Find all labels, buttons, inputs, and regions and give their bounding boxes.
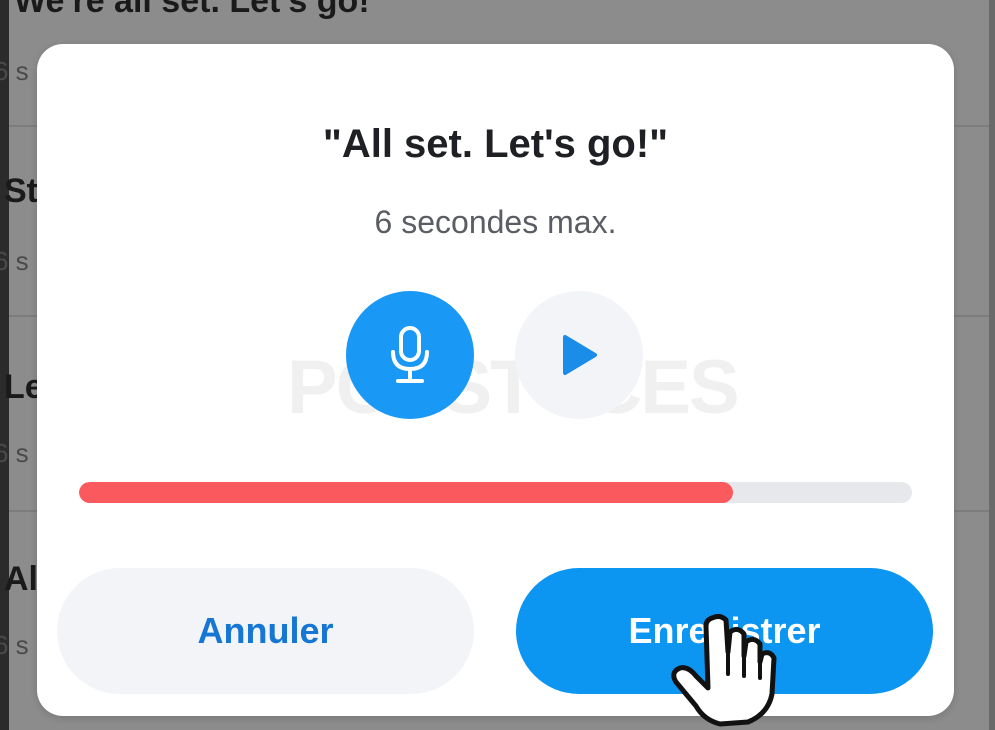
background-row-subtitle: 6 s <box>0 56 29 86</box>
play-icon <box>563 335 597 375</box>
background-row-subtitle: 6 s <box>0 438 29 468</box>
time-limit-label: 6 secondes max. <box>374 204 617 240</box>
recording-progress-bar <box>79 482 912 503</box>
window-border-left <box>0 0 9 730</box>
phrase-prompt: "All set. Let's go!" <box>322 122 669 166</box>
hand-pointer-icon <box>671 613 777 727</box>
background-row-title: We're all set. Let's go! <box>14 0 370 20</box>
background-row-title: Al <box>4 560 38 598</box>
background-row-subtitle: 6 s <box>0 630 29 660</box>
record-mic-button[interactable] <box>346 291 474 419</box>
play-recording-button[interactable] <box>515 291 643 419</box>
cancel-button[interactable]: Annuler <box>57 568 474 694</box>
background-row-subtitle: 6 s <box>0 246 29 276</box>
microphone-icon <box>391 326 429 383</box>
record-phrase-dialog: "All set. Let's go!" 6 secondes max. PCA… <box>37 44 954 716</box>
recording-progress-fill <box>79 482 733 503</box>
window-border-right <box>989 0 995 730</box>
background-row-title: St <box>4 172 38 210</box>
